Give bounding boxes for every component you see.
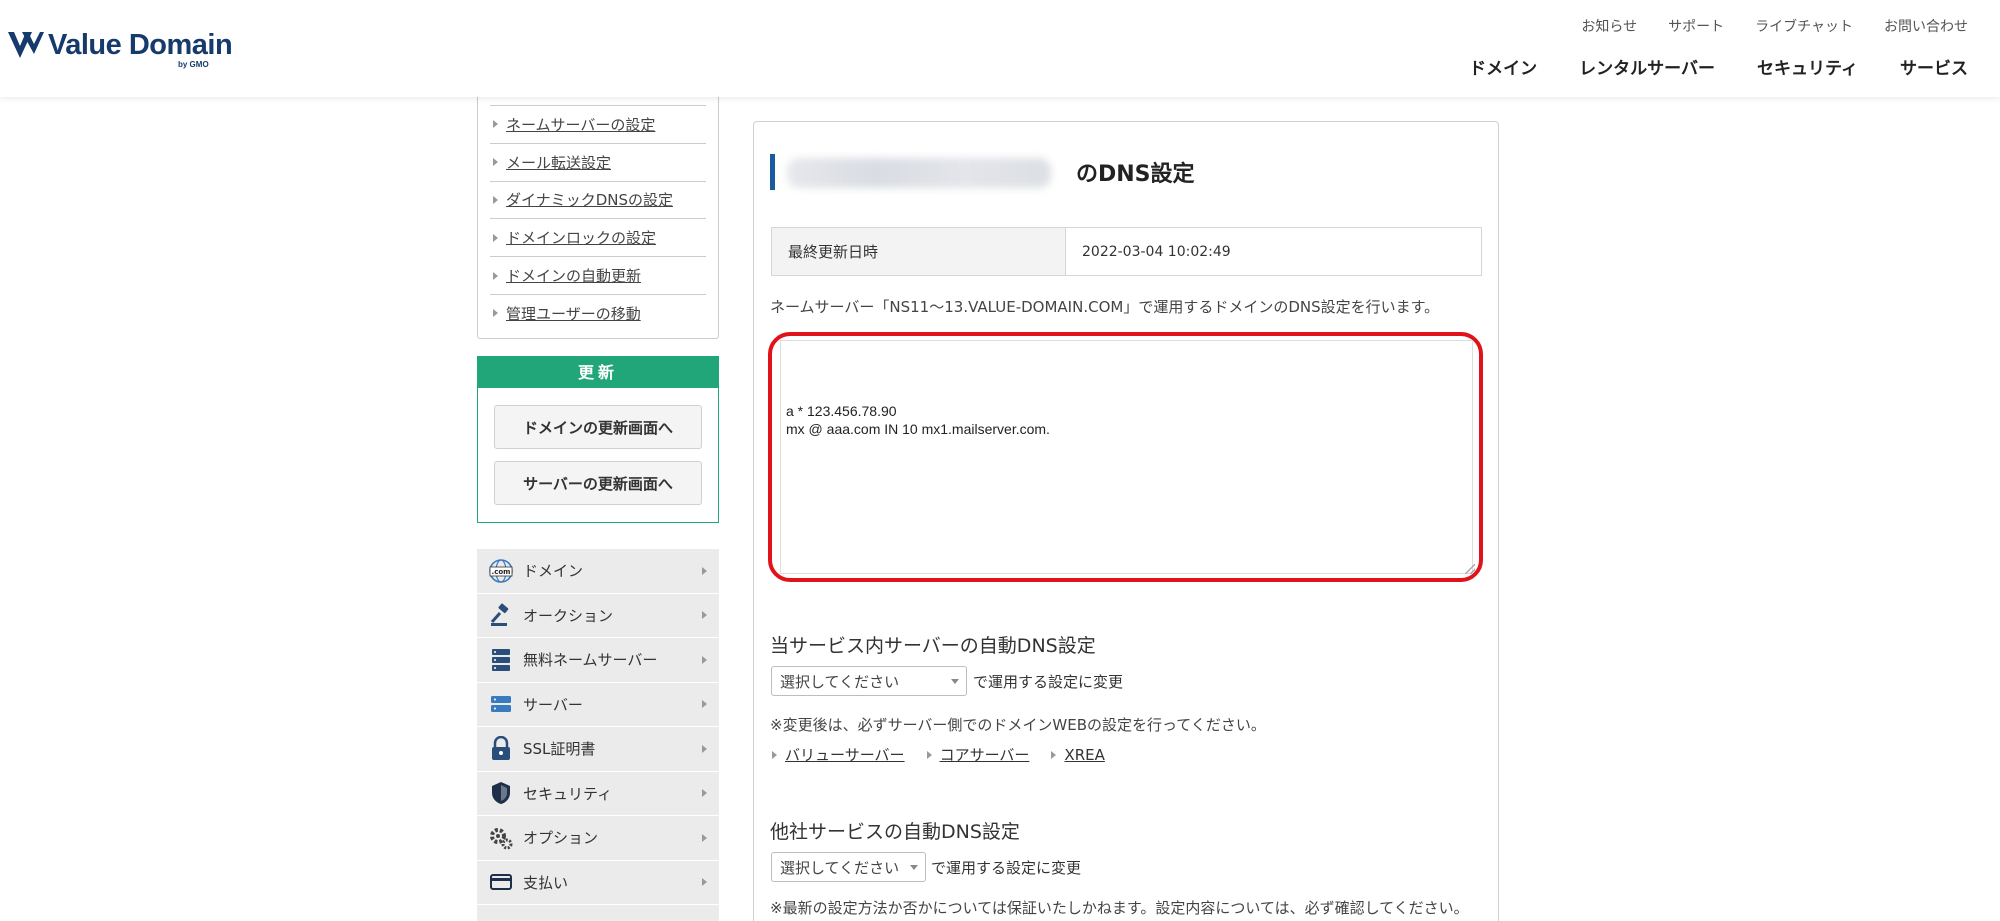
util-link-livechat[interactable]: ライブチャット [1755,16,1853,36]
menu-item-security[interactable]: セキュリティ [477,771,719,816]
gear-icon [487,824,515,852]
menu-item-ssl[interactable]: SSL証明書 [477,727,719,772]
chevron-down-icon [910,865,918,870]
server-stack-icon [487,646,515,674]
menu-label-domain: ドメイン [523,562,584,581]
chevron-right-icon [702,611,707,620]
chevron-right-icon [702,655,707,664]
server-renewal-button[interactable]: サーバーの更新画面へ [494,461,702,505]
value-domain-logo-icon [8,32,44,58]
sidebar-settings-links: ネームサーバーの設定 メール転送設定 ダイナミックDNSの設定 ドメインロックの… [477,97,719,339]
sidebar-link-nameserver[interactable]: ネームサーバーの設定 [490,105,706,143]
title-accent-bar [770,154,775,190]
menu-item-auction[interactable]: オークション [477,593,719,638]
triangle-right-icon [1051,750,1057,759]
internal-auto-dns-title: 当サービス内サーバーの自動DNS設定 [770,635,1096,657]
chevron-right-icon [702,878,707,887]
brand-sub: by GMO [178,60,209,69]
gavel-icon [487,601,515,629]
globe-com-icon: .com [487,557,515,585]
triangle-right-icon [493,271,498,280]
site-header: Value Domain by GMO お知らせ サポート ライブチャット お問… [0,0,2000,97]
dns-settings-panel: のDNS設定 最終更新日時 2022-03-04 10:02:49 ネームサーバ… [753,121,1499,921]
server-icon [487,690,515,718]
resize-handle-icon[interactable] [1465,564,1475,574]
sidebar-link-dynamic-dns[interactable]: ダイナミックDNSの設定 [490,180,706,219]
site-logo[interactable]: Value Domain [6,28,233,62]
internal-server-links: バリューサーバー コアサーバー XREA [772,744,1105,765]
svg-text:.com: .com [492,568,511,576]
shield-icon [487,779,515,807]
dns-records-textarea[interactable] [780,340,1473,574]
link-xrea[interactable]: XREA [1051,744,1105,765]
last-updated-label: 最終更新日時 [772,228,1066,275]
sidebar-link-move-user[interactable]: 管理ユーザーの移動 [490,293,706,332]
renewal-title: 更新 [478,357,718,388]
last-updated-table: 最終更新日時 2022-03-04 10:02:49 [771,227,1482,276]
last-updated-value: 2022-03-04 10:02:49 [1082,243,1231,260]
menu-item-partial [477,905,719,921]
chevron-right-icon [702,700,707,709]
menu-item-server[interactable]: サーバー [477,682,719,727]
menu-label-free-nameserver: 無料ネームサーバー [523,651,658,670]
dns-records-textarea-highlight: a * 123.456.78.90 mx @ aaa.com IN 10 mx1… [768,332,1483,582]
menu-item-free-nameserver[interactable]: 無料ネームサーバー [477,638,719,683]
chevron-right-icon [702,566,707,575]
nav-rental-server[interactable]: レンタルサーバー [1579,54,1715,79]
lock-icon [487,735,515,763]
menu-item-domain[interactable]: .com ドメイン [477,549,719,594]
triangle-right-icon [493,309,498,318]
menu-label-server: サーバー [523,695,583,714]
external-select-value: 選択してください [780,858,900,877]
domain-renewal-button[interactable]: ドメインの更新画面へ [494,405,702,449]
menu-item-option[interactable]: オプション [477,816,719,861]
chevron-down-icon [951,679,959,684]
main-nav: ドメイン レンタルサーバー セキュリティ サービス [1469,54,1968,79]
chevron-right-icon [702,789,707,798]
chevron-right-icon [702,833,707,842]
triangle-right-icon [493,195,498,204]
triangle-right-icon [493,233,498,242]
triangle-right-icon [772,750,777,759]
nav-security[interactable]: セキュリティ [1757,54,1858,79]
menu-label-payment: 支払い [523,873,569,892]
card-icon [487,868,515,896]
renewal-box: 更新 ドメインの更新画面へ サーバーの更新画面へ [477,356,719,523]
menu-item-payment[interactable]: 支払い [477,860,719,905]
sidebar-link-auto-renew[interactable]: ドメインの自動更新 [490,256,706,294]
internal-note: ※変更後は、必ずサーバー側でのドメインWEBの設定を行ってください。 [770,716,1266,734]
category-menu: .com ドメイン オークション 無料ネームサーバー サーバー SSL証明書 セ… [477,549,719,921]
util-link-news[interactable]: お知らせ [1581,16,1637,36]
sidebar-link-domain-lock[interactable]: ドメインロックの設定 [490,218,706,256]
redacted-domain-name [787,158,1051,188]
link-core-server[interactable]: コアサーバー [926,744,1029,765]
link-value-server[interactable]: バリューサーバー [772,744,905,765]
sidebar-link-mail-forward[interactable]: メール転送設定 [490,142,706,181]
triangle-right-icon [493,120,498,129]
chevron-right-icon [702,744,707,753]
nav-service[interactable]: サービス [1900,54,1968,79]
util-link-support[interactable]: サポート [1668,16,1724,36]
menu-label-auction: オークション [523,606,614,625]
menu-label-security: セキュリティ [523,784,613,803]
nav-domain[interactable]: ドメイン [1469,54,1537,79]
dns-records-text[interactable]: a * 123.456.78.90 mx @ aaa.com IN 10 mx1… [786,402,1465,438]
menu-label-ssl: SSL証明書 [523,740,596,759]
external-auto-dns-title: 他社サービスの自動DNS設定 [770,821,1020,843]
util-link-contact[interactable]: お問い合わせ [1884,16,1968,36]
external-service-select[interactable]: 選択してください [771,852,926,882]
brand-name: Value Domain [48,29,233,61]
triangle-right-icon [926,750,932,759]
external-note: ※最新の設定方法か否かについては保証いたしかねます。設定内容については、必ず確認… [770,899,1469,917]
page-title: のDNS設定 [1076,162,1195,187]
internal-select-value: 選択してください [780,672,900,691]
internal-server-select[interactable]: 選択してください [771,666,967,696]
dns-description: ネームサーバー「NS11～13.VALUE-DOMAIN.COM」で運用するドメ… [770,298,1440,316]
utility-nav: お知らせ サポート ライブチャット お問い合わせ [1581,16,1968,36]
triangle-right-icon [493,158,498,167]
internal-after-select-text: で運用する設定に変更 [973,673,1124,691]
external-after-select-text: で運用する設定に変更 [931,859,1082,877]
menu-label-option: オプション [523,829,599,848]
